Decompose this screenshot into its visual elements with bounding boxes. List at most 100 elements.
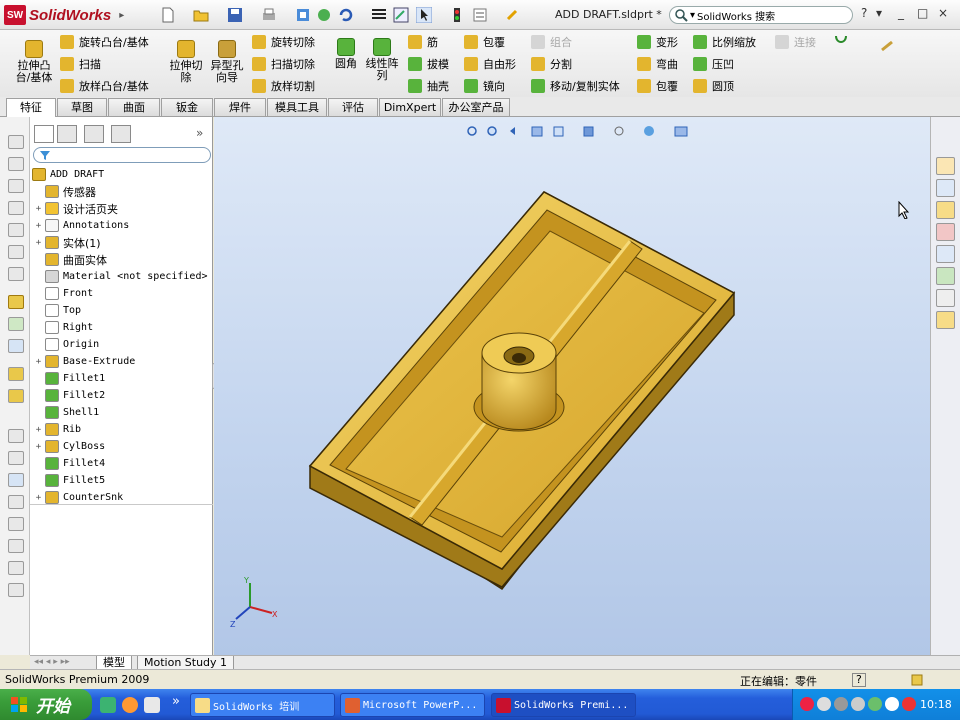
maximize-button[interactable]: □ [917, 6, 928, 20]
sweep-cut-button[interactable]: 扫描切除 [252, 56, 315, 72]
revolve-boss-button[interactable]: 旋转凸台/基体 [60, 34, 149, 50]
instant3d-icon[interactable] [880, 40, 896, 52]
fm-expand-icon[interactable]: » [196, 126, 203, 140]
connect-button[interactable]: 连接 [775, 34, 816, 50]
task-powerpoint[interactable]: Microsoft PowerP... [340, 693, 485, 717]
quicklaunch-browser-icon[interactable] [122, 697, 138, 713]
sw-resources-icon[interactable] [936, 157, 955, 175]
property-manager-tab-icon[interactable] [57, 125, 77, 143]
file-explorer-icon[interactable] [936, 201, 955, 219]
search-input[interactable]: SolidWorks 搜索 [697, 8, 775, 23]
graphics-area[interactable]: Y X Z [214, 117, 930, 655]
edit-appearance-icon[interactable] [393, 7, 409, 23]
view-front-icon[interactable] [8, 135, 24, 149]
tree-item[interactable]: + Base-Extrude [34, 353, 135, 370]
design-library-icon[interactable] [936, 179, 955, 197]
mirror-button[interactable]: 镜向 [464, 78, 505, 94]
copy-icon[interactable] [8, 561, 24, 575]
expand-toggle-icon[interactable]: + [34, 221, 43, 231]
indent-button[interactable]: 包覆 [637, 78, 678, 94]
tree-item[interactable]: Fillet4 [34, 455, 105, 472]
tree-item[interactable]: + CylBoss [34, 438, 105, 455]
task-solidworks-premium[interactable]: SolidWorks Premi... [491, 693, 636, 717]
status-help-button[interactable]: ? [852, 673, 866, 687]
task-solidworks-training[interactable]: SolidWorks 培训 [190, 693, 335, 717]
quicklaunch-desktop-icon[interactable] [100, 697, 116, 713]
move-copy-button[interactable]: 移动/复制实体 [531, 78, 620, 94]
curves-icon[interactable] [834, 34, 848, 50]
select-pointer-icon[interactable] [416, 7, 432, 23]
rebuild-icon[interactable] [316, 7, 332, 23]
view-palette-icon[interactable] [936, 245, 955, 263]
expand-toggle-icon[interactable]: + [34, 493, 43, 503]
draft-button[interactable]: 拔模 [408, 56, 449, 72]
tree-item[interactable]: Fillet2 [34, 387, 105, 404]
deform-button[interactable]: 弯曲 [637, 56, 678, 72]
options-icon[interactable] [295, 7, 311, 23]
smart-dimension-icon[interactable] [8, 317, 24, 331]
wrap-button[interactable]: 包覆 [464, 34, 505, 50]
print-icon[interactable] [261, 7, 277, 23]
solidworks-logo[interactable]: SW SolidWorks ▸ [4, 4, 124, 26]
extrude-cut-button[interactable]: 拉伸切除 [166, 40, 206, 84]
dimxpert-tab-icon[interactable] [111, 125, 131, 143]
tab-mold-tools[interactable]: 模具工具 [267, 98, 327, 116]
view-left-icon[interactable] [8, 179, 24, 193]
expand-toggle-icon[interactable]: + [34, 204, 43, 214]
close-button[interactable]: × [938, 6, 948, 20]
cut-side-icon[interactable] [8, 389, 24, 403]
zebra-stripes-icon[interactable] [371, 7, 387, 23]
help-dropdown-button[interactable]: ▾ [876, 6, 882, 20]
hole-wizard-button[interactable]: 异型孔向导 [207, 40, 247, 84]
loft-cut-button[interactable]: 放样切割 [252, 78, 315, 94]
tab-scroll-arrows-icon[interactable]: ◂◂ ◂ ▸ ▸▸ [34, 657, 70, 667]
tab-dimxpert[interactable]: DimXpert [379, 98, 441, 116]
sweep-button[interactable]: 扫描 [60, 56, 101, 72]
tab-office-products[interactable]: 办公室产品 [442, 98, 510, 116]
quicklaunch-overflow-button[interactable]: » [172, 694, 180, 709]
menu-arrow-icon[interactable]: ▸ [119, 10, 124, 21]
tray-alert-icon[interactable] [902, 697, 916, 711]
view-bottom-icon[interactable] [8, 245, 24, 259]
hierarchy-icon[interactable] [8, 339, 24, 353]
extrude-side-icon[interactable] [8, 367, 24, 381]
tree-filter-input[interactable] [33, 147, 211, 163]
tree-item[interactable]: Fillet1 [34, 370, 105, 387]
tree-item[interactable]: + Rib [34, 421, 81, 438]
split-button[interactable]: 分割 [531, 56, 572, 72]
tree-item[interactable]: Origin [34, 336, 99, 353]
tray-usb-icon[interactable] [851, 697, 865, 711]
tab-sketch[interactable]: 草图 [57, 98, 107, 116]
config-manager-tab-icon[interactable] [84, 125, 104, 143]
view-top-icon[interactable] [8, 223, 24, 237]
view-iso-icon[interactable] [8, 267, 24, 281]
view-right-icon[interactable] [8, 201, 24, 215]
extrude-boss-button[interactable]: 拉伸凸台/基体 [12, 40, 56, 84]
search-pane-icon[interactable] [936, 223, 955, 241]
dome-button[interactable]: 压凹 [693, 56, 734, 72]
tab-motion-study[interactable]: Motion Study 1 [137, 656, 235, 670]
tools-icon[interactable] [8, 583, 24, 597]
geometry-icon[interactable] [8, 517, 24, 531]
tree-item[interactable]: Material <not specified> [34, 268, 208, 285]
tree-item[interactable]: Front [34, 285, 93, 302]
tree-item[interactable]: + 实体(1) [34, 234, 101, 251]
expand-toggle-icon[interactable]: + [34, 425, 43, 435]
undo-icon[interactable] [338, 7, 354, 23]
pin-icon[interactable] [504, 7, 520, 23]
tree-item[interactable]: + 设计活页夹 [34, 200, 118, 217]
check-icon[interactable] [8, 495, 24, 509]
shell-button[interactable]: 抽壳 [408, 78, 449, 94]
tray-network-icon[interactable] [817, 697, 831, 711]
tab-model[interactable]: 模型 [96, 656, 132, 670]
tab-sheet-metal[interactable]: 钣金 [161, 98, 213, 116]
flex-button[interactable]: 变形 [637, 34, 678, 50]
search-box[interactable]: ▾ SolidWorks 搜索 [669, 6, 853, 24]
section-view-icon[interactable] [8, 473, 24, 487]
search-dropdown-icon[interactable]: ▾ [690, 10, 695, 21]
measure-icon[interactable] [8, 429, 24, 443]
tray-shield-icon[interactable] [800, 697, 814, 711]
view-back-icon[interactable] [8, 157, 24, 171]
tree-item[interactable]: 曲面实体 [34, 251, 107, 268]
tray-update-icon[interactable] [885, 697, 899, 711]
